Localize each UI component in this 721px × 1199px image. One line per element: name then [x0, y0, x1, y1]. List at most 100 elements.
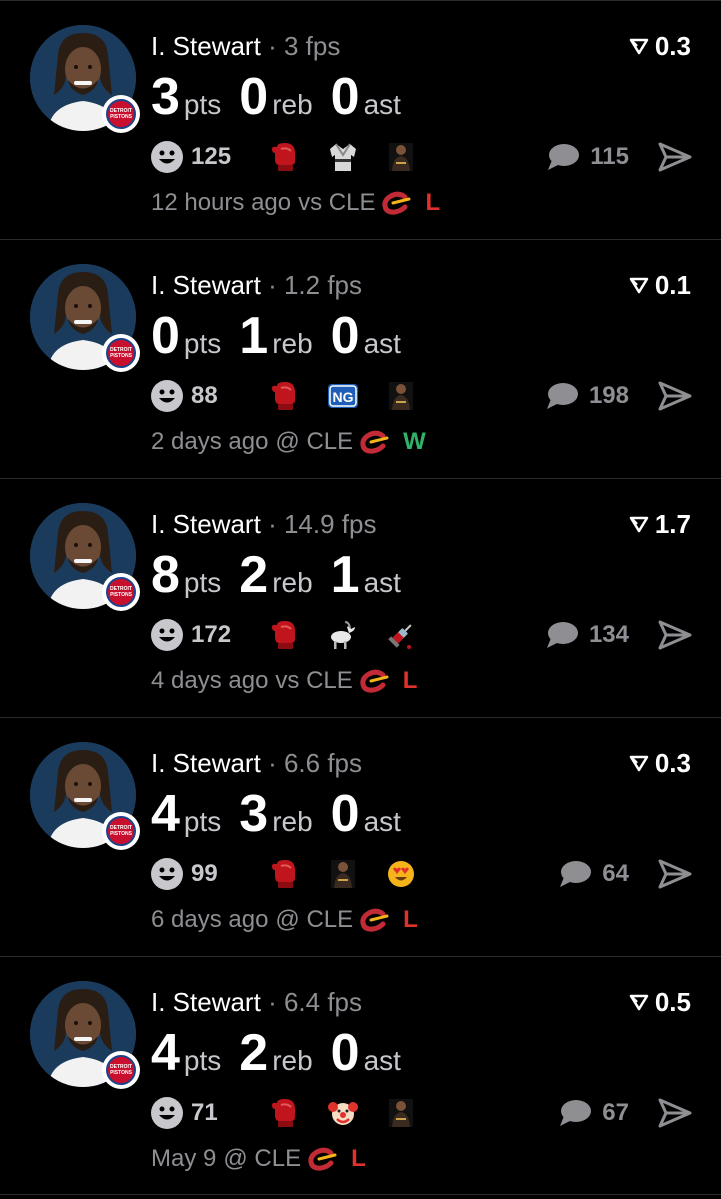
- separator: ·: [268, 987, 277, 1017]
- score-value: 0.1: [654, 270, 691, 300]
- post-card[interactable]: DETROIT PISTONS I. Stewart · 14.9 fps 1.…: [0, 478, 721, 717]
- vote-arrow-icon: [629, 38, 649, 55]
- player-name[interactable]: I. Stewart: [151, 270, 261, 300]
- stat-line: 4 pts 2 reb 0 ast: [151, 1025, 419, 1081]
- rebounds-label: reb: [272, 567, 313, 598]
- reaction-count: 88: [191, 382, 218, 409]
- comments-button[interactable]: 198: [545, 380, 629, 412]
- vote-arrow-icon: [629, 277, 649, 294]
- score-vote[interactable]: 1.7: [629, 509, 691, 539]
- post-time: May 9: [151, 1145, 217, 1172]
- boxing-glove-icon[interactable]: [269, 1097, 301, 1129]
- boxing-glove-icon[interactable]: [269, 858, 301, 890]
- share-icon[interactable]: [657, 619, 693, 651]
- game-info: May 9 @ CLE L: [151, 1145, 366, 1173]
- post-headline: I. Stewart · 14.9 fps: [151, 509, 376, 539]
- fps-value: 3 fps: [283, 31, 341, 61]
- reactions-bar: 88 NG: [151, 378, 417, 414]
- player-name[interactable]: I. Stewart: [151, 31, 261, 61]
- goat-icon[interactable]: [327, 619, 359, 651]
- pistons-logo-icon: DETROIT PISTONS: [102, 1051, 140, 1089]
- assists-label: ast: [363, 806, 401, 837]
- reaction-count: 172: [191, 621, 232, 648]
- smile-reaction-icon[interactable]: [151, 619, 183, 651]
- rebounds-label: reb: [272, 328, 313, 359]
- score-vote[interactable]: 0.3: [629, 748, 691, 778]
- points-value: 0: [151, 307, 180, 365]
- post-card[interactable]: DETROIT PISTONS I. Stewart · 6.6 fps 0.3…: [0, 717, 721, 956]
- assists-label: ast: [363, 567, 401, 598]
- player-photo-icon[interactable]: [327, 858, 359, 890]
- player-avatar[interactable]: DETROIT PISTONS: [30, 503, 140, 611]
- rebounds-stat: 2 reb: [239, 1025, 312, 1081]
- player-photo-icon[interactable]: [385, 380, 417, 412]
- score-value: 0.5: [654, 987, 691, 1017]
- share-icon[interactable]: [657, 1097, 693, 1129]
- vote-arrow-icon: [629, 755, 649, 772]
- cavaliers-logo-icon: [360, 908, 389, 932]
- rebounds-stat: 1 reb: [239, 308, 312, 364]
- rebounds-label: reb: [272, 806, 313, 837]
- player-avatar[interactable]: DETROIT PISTONS: [30, 25, 140, 133]
- game-info: 2 days ago @ CLE W: [151, 428, 426, 456]
- post-headline: I. Stewart · 6.6 fps: [151, 748, 362, 778]
- boxing-glove-icon[interactable]: [269, 619, 301, 651]
- boxing-glove-icon[interactable]: [269, 141, 301, 173]
- clown-icon[interactable]: [327, 1097, 359, 1129]
- player-avatar[interactable]: DETROIT PISTONS: [30, 742, 140, 850]
- points-stat: 8 pts: [151, 547, 221, 603]
- cavaliers-logo-icon: [308, 1147, 337, 1171]
- post-card[interactable]: DETROIT PISTONS I. Stewart · 1.2 fps 0.1…: [0, 239, 721, 478]
- reactions-bar: 99: [151, 856, 417, 892]
- venue: vs CLE: [298, 189, 376, 216]
- assists-label: ast: [363, 1045, 401, 1076]
- boxing-glove-icon[interactable]: [269, 380, 301, 412]
- svg-text:NG: NG: [333, 389, 354, 405]
- assists-stat: 1 ast: [331, 547, 401, 603]
- smile-reaction-icon[interactable]: [151, 1097, 183, 1129]
- stat-line: 4 pts 3 reb 0 ast: [151, 786, 419, 842]
- comments-button[interactable]: 64: [558, 858, 629, 890]
- assists-stat: 0 ast: [331, 786, 401, 842]
- player-name[interactable]: I. Stewart: [151, 509, 261, 539]
- comment-bubble-icon: [560, 861, 592, 887]
- score-vote[interactable]: 0.1: [629, 270, 691, 300]
- ng-badge-icon[interactable]: NG: [327, 380, 359, 412]
- assists-value: 1: [330, 546, 360, 604]
- smile-reaction-icon[interactable]: [151, 858, 183, 890]
- player-photo-icon[interactable]: [385, 141, 417, 173]
- vote-arrow-icon: [629, 994, 649, 1011]
- gi-icon[interactable]: [327, 141, 359, 173]
- syringe-icon[interactable]: [385, 619, 417, 651]
- player-avatar[interactable]: DETROIT PISTONS: [30, 981, 140, 1089]
- share-icon[interactable]: [657, 141, 693, 173]
- player-name[interactable]: I. Stewart: [151, 987, 261, 1017]
- heart-eyes-icon[interactable]: [385, 858, 417, 890]
- stat-line: 0 pts 1 reb 0 ast: [151, 308, 419, 364]
- comments-button[interactable]: 115: [546, 141, 629, 173]
- player-avatar[interactable]: DETROIT PISTONS: [30, 264, 140, 372]
- assists-value: 0: [330, 68, 360, 126]
- venue: @ CLE: [223, 1145, 302, 1172]
- comments-button[interactable]: 67: [558, 1097, 629, 1129]
- post-card[interactable]: DETROIT PISTONS I. Stewart · 3 fps 0.3 3…: [0, 0, 721, 239]
- comments-button[interactable]: 134: [545, 619, 629, 651]
- assists-stat: 0 ast: [331, 1025, 401, 1081]
- comment-bubble-icon: [548, 144, 580, 170]
- smile-reaction-icon[interactable]: [151, 141, 183, 173]
- post-headline: I. Stewart · 1.2 fps: [151, 270, 362, 300]
- score-vote[interactable]: 0.3: [629, 31, 691, 61]
- game-info: 12 hours ago vs CLE L: [151, 189, 440, 217]
- share-icon[interactable]: [657, 858, 693, 890]
- rebounds-value: 0: [239, 68, 269, 126]
- comment-count: 67: [602, 1099, 629, 1126]
- points-value: 3: [151, 68, 180, 126]
- post-time: 12 hours ago: [151, 189, 292, 216]
- smile-reaction-icon[interactable]: [151, 380, 183, 412]
- player-photo-icon[interactable]: [385, 1097, 417, 1129]
- post-card[interactable]: DETROIT PISTONS I. Stewart · 6.4 fps 0.5…: [0, 956, 721, 1195]
- cavaliers-logo-icon: [382, 191, 411, 215]
- share-icon[interactable]: [657, 380, 693, 412]
- score-vote[interactable]: 0.5: [629, 987, 691, 1017]
- player-name[interactable]: I. Stewart: [151, 748, 261, 778]
